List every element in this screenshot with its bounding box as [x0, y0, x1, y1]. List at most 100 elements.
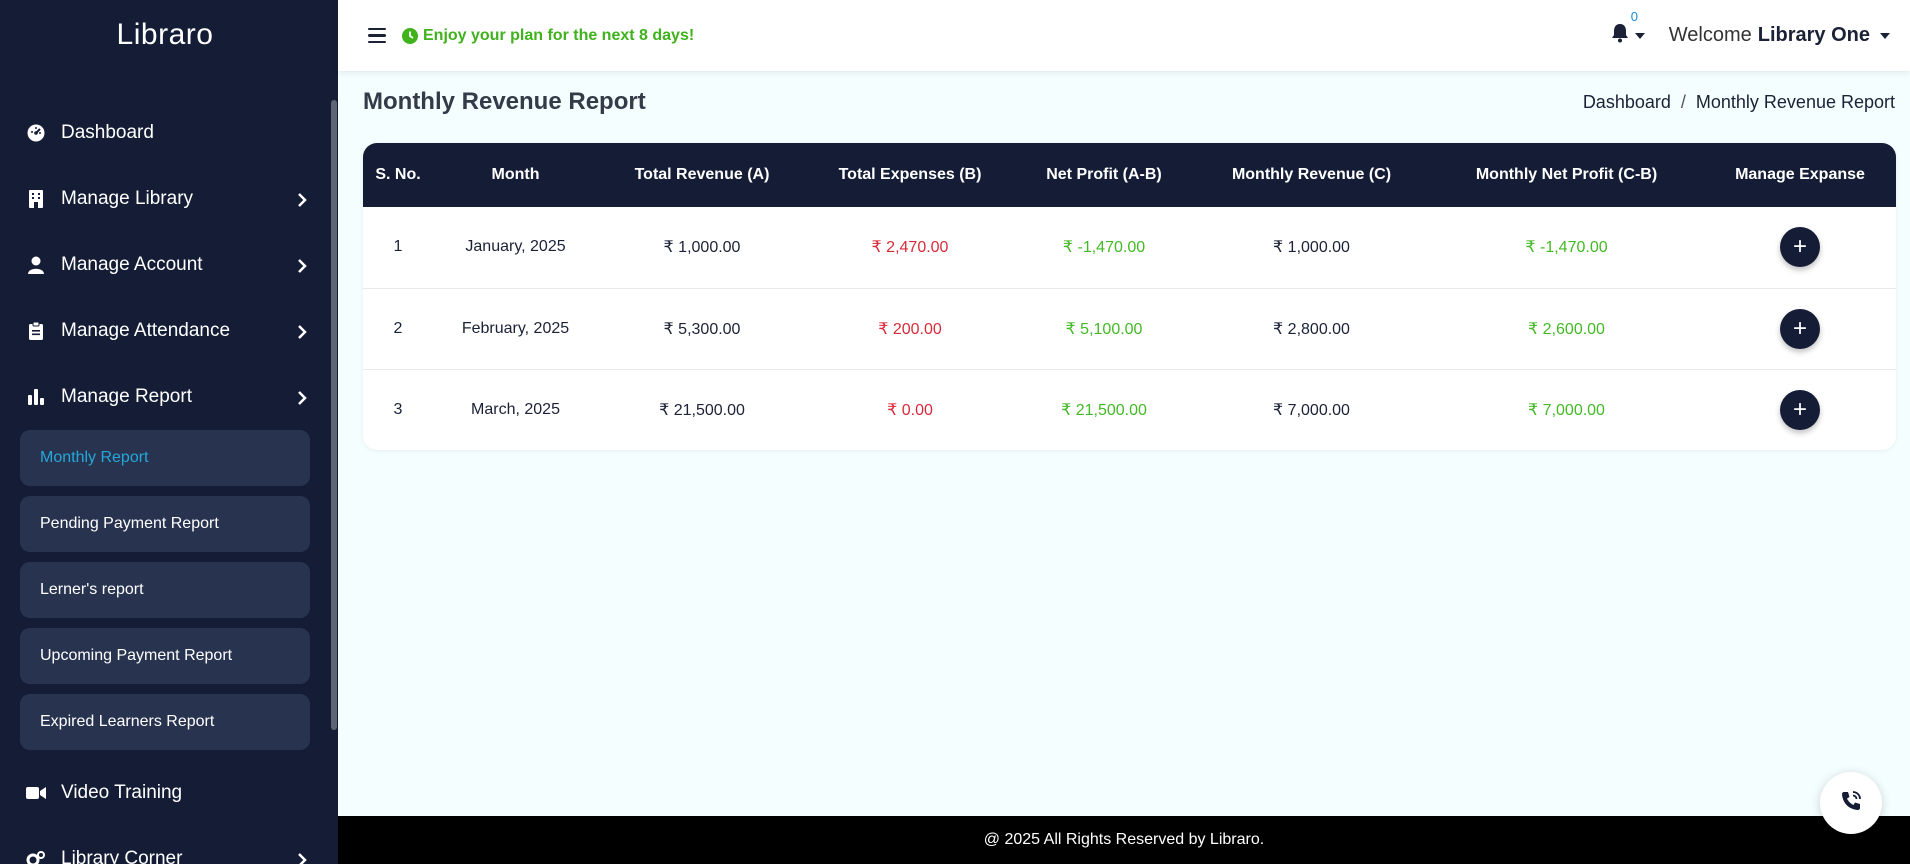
notification-count: 0 — [1630, 9, 1638, 24]
submenu-pending-payment-report[interactable]: Pending Payment Report — [20, 496, 310, 552]
add-expense-button[interactable]: + — [1780, 308, 1820, 349]
sidebar-scrollbar[interactable] — [331, 100, 337, 730]
cell-total-expenses: ₹ 0.00 — [887, 401, 933, 419]
cell-net-profit: ₹ 21,500.00 — [1061, 401, 1147, 419]
chevron-right-icon — [296, 853, 308, 864]
sidebar: Libraro Dashboard Manage Library Manage … — [0, 0, 338, 864]
sidebar-item-label: Library Corner — [61, 848, 183, 864]
breadcrumb-current: Monthly Revenue Report — [1695, 92, 1895, 112]
submenu-expired-learners-report[interactable]: Expired Learners Report — [20, 694, 310, 750]
cell-sno: 2 — [363, 288, 433, 370]
footer: @ 2025 All Rights Reserved by Libraro. — [338, 816, 1910, 864]
column-header-sno: S. No. — [363, 143, 433, 207]
cell-manage-expanse: + — [1704, 369, 1896, 450]
call-support-button[interactable] — [1820, 772, 1882, 834]
page-title: Monthly Revenue Report — [363, 88, 646, 115]
user-menu[interactable]: Welcome Library One — [1669, 24, 1890, 47]
cell-monthly-net-profit: ₹ 7,000.00 — [1528, 401, 1605, 419]
cell-monthly-revenue: ₹ 1,000.00 — [1194, 207, 1429, 289]
column-header-total-expenses: Total Expenses (B) — [806, 143, 1014, 207]
bar-chart-icon — [26, 387, 46, 407]
add-expense-button[interactable]: + — [1780, 227, 1820, 268]
sidebar-item-video-training[interactable]: Video Training — [0, 760, 330, 826]
hamburger-menu-icon[interactable] — [368, 27, 386, 44]
sidebar-item-label: Manage Library — [61, 188, 194, 209]
breadcrumb-dashboard-link[interactable]: Dashboard — [1583, 92, 1671, 113]
column-header-total-revenue: Total Revenue (A) — [598, 143, 806, 207]
caret-down-icon — [1634, 32, 1645, 39]
user-icon — [26, 255, 46, 275]
cell-sno: 3 — [393, 400, 403, 418]
sidebar-item-manage-account[interactable]: Manage Account — [0, 232, 330, 298]
cell-manage-expanse: + — [1704, 207, 1896, 289]
sidebar-item-label: Manage Attendance — [61, 320, 231, 341]
notification-button[interactable]: 0 — [1611, 9, 1645, 48]
submenu-lerners-report[interactable]: Lerner's report — [20, 562, 310, 618]
breadcrumb: Dashboard / Monthly Revenue Report — [1583, 92, 1895, 113]
cell-total-expenses: ₹ 2,470.00 — [806, 207, 1014, 289]
sidebar-menu: Dashboard Manage Library Manage Account … — [0, 100, 330, 864]
revenue-table: S. No. Month Total Revenue (A) Total Exp… — [363, 143, 1896, 450]
plan-notice-text: Enjoy your plan for the next 8 days! — [423, 26, 695, 44]
cell-total-expenses: ₹ 200.00 — [806, 288, 1014, 370]
cell-net-profit: ₹ 5,100.00 — [1014, 288, 1194, 370]
chevron-right-icon — [296, 325, 308, 339]
sidebar-item-label: Manage Report — [61, 386, 192, 407]
cell-monthly-net-profit: ₹ -1,470.00 — [1429, 207, 1704, 289]
cell-month: February, 2025 — [433, 288, 598, 370]
submenu-upcoming-payment-report[interactable]: Upcoming Payment Report — [20, 628, 310, 684]
building-icon — [26, 189, 46, 209]
user-name: Library One — [1757, 24, 1870, 46]
cell-month: January, 2025 — [433, 207, 598, 289]
breadcrumb-separator: / — [1680, 92, 1686, 112]
report-submenu: Monthly Report Pending Payment Report Le… — [0, 430, 330, 750]
submenu-monthly-report[interactable]: Monthly Report — [20, 430, 310, 486]
top-header: Enjoy your plan for the next 8 days! 0 W… — [338, 0, 1910, 71]
revenue-table-card: S. No. Month Total Revenue (A) Total Exp… — [363, 143, 1896, 450]
cell-monthly-revenue: ₹ 2,800.00 — [1194, 288, 1429, 370]
dashboard-icon — [26, 123, 46, 143]
header-right: 0 Welcome Library One — [1611, 9, 1890, 48]
gears-icon — [26, 849, 46, 864]
cell-total-revenue: ₹ 21,500.00 — [659, 401, 745, 419]
sidebar-item-label: Dashboard — [61, 122, 154, 143]
clock-icon — [402, 27, 418, 44]
video-icon — [26, 783, 46, 803]
footer-text: @ 2025 All Rights Reserved by Libraro. — [983, 831, 1265, 848]
chevron-right-icon — [296, 391, 308, 405]
sidebar-item-manage-library[interactable]: Manage Library — [0, 166, 330, 232]
cell-total-revenue: ₹ 5,300.00 — [598, 288, 806, 370]
cell-total-revenue: ₹ 1,000.00 — [598, 207, 806, 289]
column-header-manage-expanse: Manage Expanse — [1704, 143, 1896, 207]
column-header-month: Month — [433, 143, 598, 207]
chevron-right-icon — [296, 259, 308, 273]
sidebar-item-library-corner[interactable]: Library Corner — [0, 826, 330, 864]
sidebar-item-manage-attendance[interactable]: Manage Attendance — [0, 298, 330, 364]
phone-icon — [1839, 789, 1863, 818]
add-expense-button[interactable]: + — [1780, 389, 1820, 430]
brand-logo[interactable]: Libraro — [0, 0, 338, 70]
column-header-net-profit: Net Profit (A-B) — [1014, 143, 1194, 207]
cell-manage-expanse: + — [1704, 288, 1896, 370]
column-header-monthly-net-profit: Monthly Net Profit (C-B) — [1429, 143, 1704, 207]
cell-sno: 1 — [363, 207, 433, 289]
table-row: 3 March, 2025 ₹ 21,500.00 ₹ 0.00 ₹ 21,50… — [363, 369, 1896, 450]
column-header-monthly-revenue: Monthly Revenue (C) — [1194, 143, 1429, 207]
cell-month: March, 2025 — [471, 400, 560, 418]
cell-net-profit: ₹ -1,470.00 — [1014, 207, 1194, 289]
welcome-text: Welcome — [1668, 24, 1752, 46]
chevron-right-icon — [296, 193, 308, 207]
bell-icon — [1611, 23, 1629, 48]
table-row: 1 January, 2025 ₹ 1,000.00 ₹ 2,470.00 ₹ … — [363, 207, 1896, 289]
sidebar-item-manage-report[interactable]: Manage Report — [0, 364, 330, 430]
caret-down-icon — [1880, 32, 1890, 39]
sidebar-item-dashboard[interactable]: Dashboard — [0, 100, 330, 166]
clipboard-icon — [26, 321, 46, 341]
cell-monthly-revenue: ₹ 7,000.00 — [1273, 401, 1350, 419]
sidebar-item-label: Video Training — [61, 782, 183, 803]
plan-notice: Enjoy your plan for the next 8 days! — [402, 27, 694, 45]
table-row: 2 February, 2025 ₹ 5,300.00 ₹ 200.00 ₹ 5… — [363, 288, 1896, 370]
cell-monthly-net-profit: ₹ 2,600.00 — [1429, 288, 1704, 370]
sidebar-item-label: Manage Account — [61, 254, 203, 275]
table-header-row: S. No. Month Total Revenue (A) Total Exp… — [363, 143, 1896, 207]
